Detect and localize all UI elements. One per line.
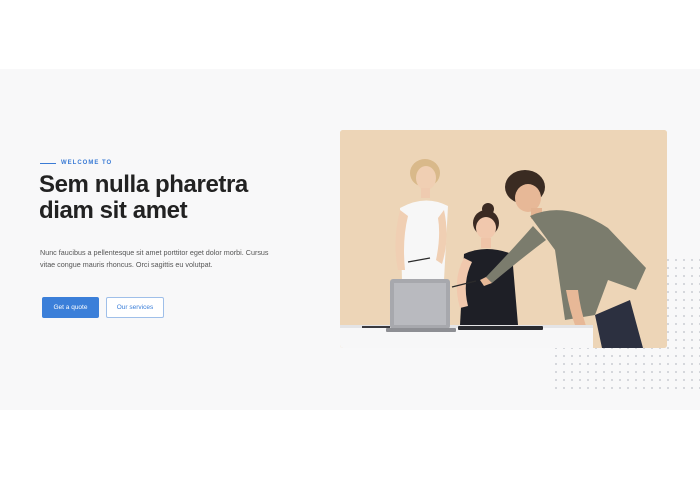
eyebrow: WELCOME TO	[40, 160, 112, 166]
laptop	[386, 279, 456, 332]
eyebrow-line	[40, 162, 56, 164]
hero-photo	[340, 130, 667, 348]
desk	[340, 325, 593, 348]
hero-description: Nunc faucibus a pellentesque sit amet po…	[40, 248, 269, 269]
page: WELCOME TO Sem nulla pharetra diam sit a…	[0, 0, 700, 500]
eyebrow-text: WELCOME TO	[61, 160, 113, 166]
hero-title: Sem nulla pharetra diam sit amet	[39, 171, 248, 224]
get-a-quote-button[interactable]: Get a quote	[42, 297, 99, 318]
team-meeting-illustration	[340, 130, 667, 348]
our-services-button[interactable]: Our services	[106, 297, 164, 318]
